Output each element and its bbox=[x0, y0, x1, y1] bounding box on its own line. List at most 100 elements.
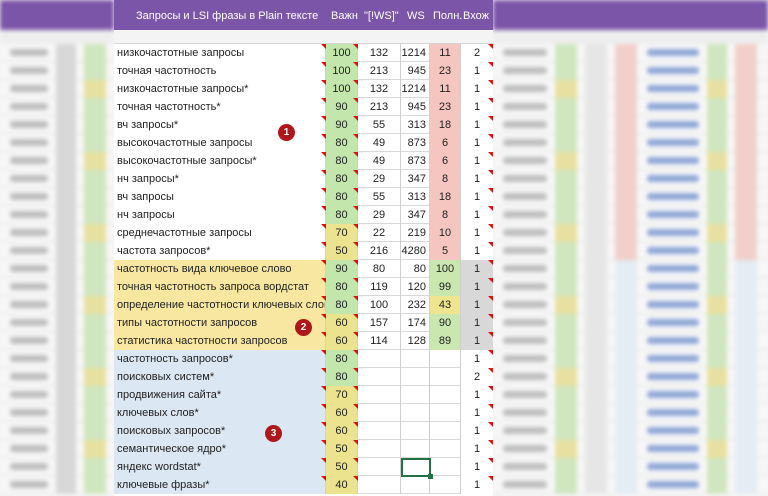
phrase-cell[interactable]: семантическое ядро* bbox=[114, 440, 326, 458]
phrase-cell[interactable]: ключевых слов* bbox=[114, 404, 326, 422]
ws-quoted-cell[interactable]: 132 bbox=[358, 44, 401, 62]
comment-marker[interactable] bbox=[488, 422, 493, 427]
full-cell[interactable]: 11 bbox=[430, 44, 461, 62]
phrase-cell[interactable]: вч запросы bbox=[114, 188, 326, 206]
phrase-cell[interactable]: поисковых запросов* bbox=[114, 422, 326, 440]
table-row[interactable]: поисковых запросов* 60 1 bbox=[114, 422, 493, 440]
comment-marker[interactable] bbox=[488, 296, 493, 301]
header-ws[interactable]: WS bbox=[407, 10, 425, 22]
ws-cell[interactable]: 1214 bbox=[401, 80, 430, 98]
ws-cell[interactable] bbox=[401, 476, 430, 494]
ws-quoted-cell[interactable]: 213 bbox=[358, 62, 401, 80]
comment-marker[interactable] bbox=[488, 440, 493, 445]
comment-marker[interactable] bbox=[488, 458, 493, 463]
comment-marker[interactable] bbox=[488, 152, 493, 157]
phrase-cell[interactable]: яндекс wordstat* bbox=[114, 458, 326, 476]
comment-marker[interactable] bbox=[488, 242, 493, 247]
ws-quoted-cell[interactable] bbox=[358, 476, 401, 494]
ws-quoted-cell[interactable]: 55 bbox=[358, 188, 401, 206]
ws-quoted-cell[interactable]: 49 bbox=[358, 134, 401, 152]
ws-quoted-cell[interactable]: 157 bbox=[358, 314, 401, 332]
table-row[interactable]: точная частотность* 90 213 945 23 1 bbox=[114, 98, 493, 116]
ws-cell[interactable]: 347 bbox=[401, 170, 430, 188]
full-cell[interactable]: 23 bbox=[430, 62, 461, 80]
full-cell[interactable]: 90 bbox=[430, 314, 461, 332]
phrase-cell[interactable]: поисковых систем* bbox=[114, 368, 326, 386]
comment-marker[interactable] bbox=[488, 80, 493, 85]
ws-cell[interactable]: 945 bbox=[401, 62, 430, 80]
full-cell[interactable]: 18 bbox=[430, 116, 461, 134]
table-row[interactable]: точная частотность 100 213 945 23 1 bbox=[114, 62, 493, 80]
full-cell[interactable]: 10 bbox=[430, 224, 461, 242]
ws-cell[interactable]: 120 bbox=[401, 278, 430, 296]
phrase-cell[interactable]: среднечастотные запросы bbox=[114, 224, 326, 242]
phrase-cell[interactable]: точная частотность запроса вордстат bbox=[114, 278, 326, 296]
table-row[interactable]: низкочастотные запросы* 100 132 1214 11 1 bbox=[114, 80, 493, 98]
ws-cell[interactable]: 80 bbox=[401, 260, 430, 278]
ws-quoted-cell[interactable]: 213 bbox=[358, 98, 401, 116]
ws-quoted-cell[interactable]: 132 bbox=[358, 80, 401, 98]
phrase-cell[interactable]: ключевые фразы* bbox=[114, 476, 326, 494]
comment-marker[interactable] bbox=[488, 116, 493, 121]
phrase-cell[interactable]: определение частотности ключевых слов bbox=[114, 296, 326, 314]
comment-marker[interactable] bbox=[488, 224, 493, 229]
header-importance[interactable]: Важн bbox=[331, 10, 358, 22]
table-row[interactable]: определение частотности ключевых слов 80 1… bbox=[114, 296, 493, 314]
comment-marker[interactable] bbox=[488, 368, 493, 373]
ws-quoted-cell[interactable]: 49 bbox=[358, 152, 401, 170]
phrase-cell[interactable]: типы частотности запросов bbox=[114, 314, 326, 332]
comment-marker[interactable] bbox=[488, 44, 493, 49]
phrase-cell[interactable]: частотность вида ключевое слово bbox=[114, 260, 326, 278]
comment-marker[interactable] bbox=[488, 404, 493, 409]
full-cell[interactable]: 43 bbox=[430, 296, 461, 314]
table-row[interactable]: низкочастотные запросы 100 132 1214 11 2 bbox=[114, 44, 493, 62]
comment-marker[interactable] bbox=[488, 206, 493, 211]
ws-quoted-cell[interactable] bbox=[358, 440, 401, 458]
ws-quoted-cell[interactable] bbox=[358, 350, 401, 368]
ws-cell[interactable]: 873 bbox=[401, 134, 430, 152]
table-row[interactable]: вч запросы* 90 55 313 18 1 bbox=[114, 116, 493, 134]
header-ws-quoted[interactable]: "[!WS]" bbox=[364, 10, 399, 22]
ws-cell[interactable]: 873 bbox=[401, 152, 430, 170]
fill-handle[interactable] bbox=[428, 474, 433, 479]
ws-quoted-cell[interactable] bbox=[358, 386, 401, 404]
ws-cell[interactable] bbox=[401, 404, 430, 422]
ws-cell[interactable]: 174 bbox=[401, 314, 430, 332]
phrase-cell[interactable]: точная частотность* bbox=[114, 98, 326, 116]
ws-quoted-cell[interactable] bbox=[358, 404, 401, 422]
ws-cell[interactable]: 232 bbox=[401, 296, 430, 314]
ws-quoted-cell[interactable]: 119 bbox=[358, 278, 401, 296]
table-row[interactable]: высокочастотные запросы 80 49 873 6 1 bbox=[114, 134, 493, 152]
ws-quoted-cell[interactable]: 55 bbox=[358, 116, 401, 134]
ws-cell[interactable]: 945 bbox=[401, 98, 430, 116]
phrase-cell[interactable]: точная частотность bbox=[114, 62, 326, 80]
selected-cell[interactable] bbox=[401, 458, 433, 479]
ws-quoted-cell[interactable] bbox=[358, 368, 401, 386]
phrase-cell[interactable]: низкочастотные запросы* bbox=[114, 80, 326, 98]
full-cell[interactable]: 100 bbox=[430, 260, 461, 278]
full-cell[interactable]: 6 bbox=[430, 152, 461, 170]
full-cell[interactable]: 5 bbox=[430, 242, 461, 260]
full-cell[interactable] bbox=[430, 476, 461, 494]
ws-quoted-cell[interactable]: 114 bbox=[358, 332, 401, 350]
table-row[interactable]: нч запросы 80 29 347 8 1 bbox=[114, 206, 493, 224]
ws-cell[interactable]: 128 bbox=[401, 332, 430, 350]
full-cell[interactable] bbox=[430, 368, 461, 386]
comment-marker[interactable] bbox=[488, 62, 493, 67]
table-row[interactable]: точная частотность запроса вордстат 80 119… bbox=[114, 278, 493, 296]
table-row[interactable]: семантическое ядро* 50 1 bbox=[114, 440, 493, 458]
spreadsheet[interactable]: Запросы и LSI фразы в Plain тексте Важн … bbox=[114, 0, 493, 496]
phrase-cell[interactable]: частотность запросов* bbox=[114, 350, 326, 368]
full-cell[interactable]: 8 bbox=[430, 170, 461, 188]
phrase-cell[interactable]: высокочастотные запросы bbox=[114, 134, 326, 152]
full-cell[interactable]: 11 bbox=[430, 80, 461, 98]
full-cell[interactable] bbox=[430, 422, 461, 440]
full-cell[interactable]: 99 bbox=[430, 278, 461, 296]
table-row[interactable]: ключевые фразы* 40 1 bbox=[114, 476, 493, 494]
table-row[interactable]: вч запросы 80 55 313 18 1 bbox=[114, 188, 493, 206]
comment-marker[interactable] bbox=[488, 386, 493, 391]
phrase-cell[interactable]: нч запросы* bbox=[114, 170, 326, 188]
full-cell[interactable]: 23 bbox=[430, 98, 461, 116]
table-row[interactable]: частотность запросов* 80 1 bbox=[114, 350, 493, 368]
header-occurrence[interactable]: Вхож bbox=[463, 10, 489, 22]
